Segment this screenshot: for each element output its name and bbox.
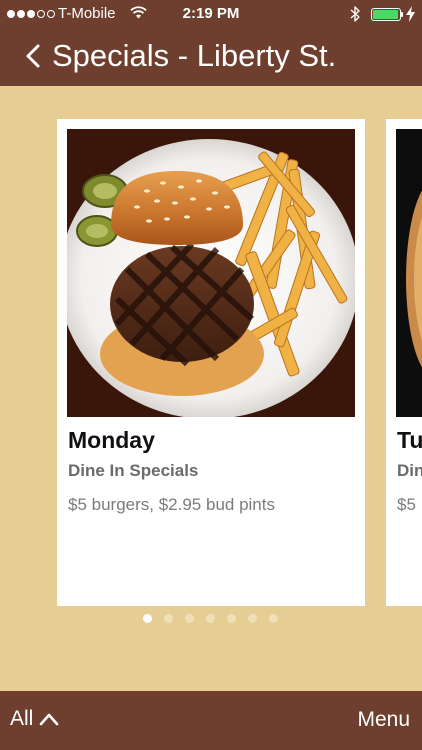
status-bar: T-Mobile 2:19 PM xyxy=(0,0,422,30)
food-photo xyxy=(396,129,422,417)
special-card-next[interactable]: Tu Din $5 xyxy=(386,119,422,606)
burger-photo xyxy=(67,129,355,417)
battery-tip xyxy=(401,12,403,17)
bluetooth-icon xyxy=(350,6,360,22)
chevron-up-icon xyxy=(40,713,59,726)
page-dot[interactable] xyxy=(206,614,215,623)
all-button[interactable]: All xyxy=(10,707,59,731)
bottom-bar: All Menu xyxy=(0,691,422,750)
page-dot[interactable] xyxy=(269,614,278,623)
charging-icon xyxy=(406,6,415,22)
special-subtitle: Din xyxy=(397,461,422,480)
special-description: $5 xyxy=(397,495,416,514)
page-indicator[interactable] xyxy=(143,614,278,623)
all-label: All xyxy=(10,707,34,730)
page-dot[interactable] xyxy=(248,614,257,623)
special-description: $5 burgers, $2.95 bud pints xyxy=(68,495,275,514)
special-subtitle: Dine In Specials xyxy=(68,461,199,480)
battery-icon xyxy=(371,8,401,21)
special-day: Monday xyxy=(68,427,155,453)
page-dot[interactable] xyxy=(164,614,173,623)
page-dot[interactable] xyxy=(143,614,152,623)
page-title: Specials - Liberty St. xyxy=(52,38,337,73)
special-card[interactable]: Monday Dine In Specials $5 burgers, $2.9… xyxy=(57,119,365,606)
page-dot[interactable] xyxy=(185,614,194,623)
back-chevron-icon[interactable] xyxy=(22,42,46,70)
special-day: Tu xyxy=(397,427,422,453)
app-header: T-Mobile 2:19 PM Specials - Liberty St. xyxy=(0,0,422,86)
menu-button[interactable]: Menu xyxy=(357,708,410,732)
page-dot[interactable] xyxy=(227,614,236,623)
navigation-bar: Specials - Liberty St. xyxy=(0,30,422,86)
